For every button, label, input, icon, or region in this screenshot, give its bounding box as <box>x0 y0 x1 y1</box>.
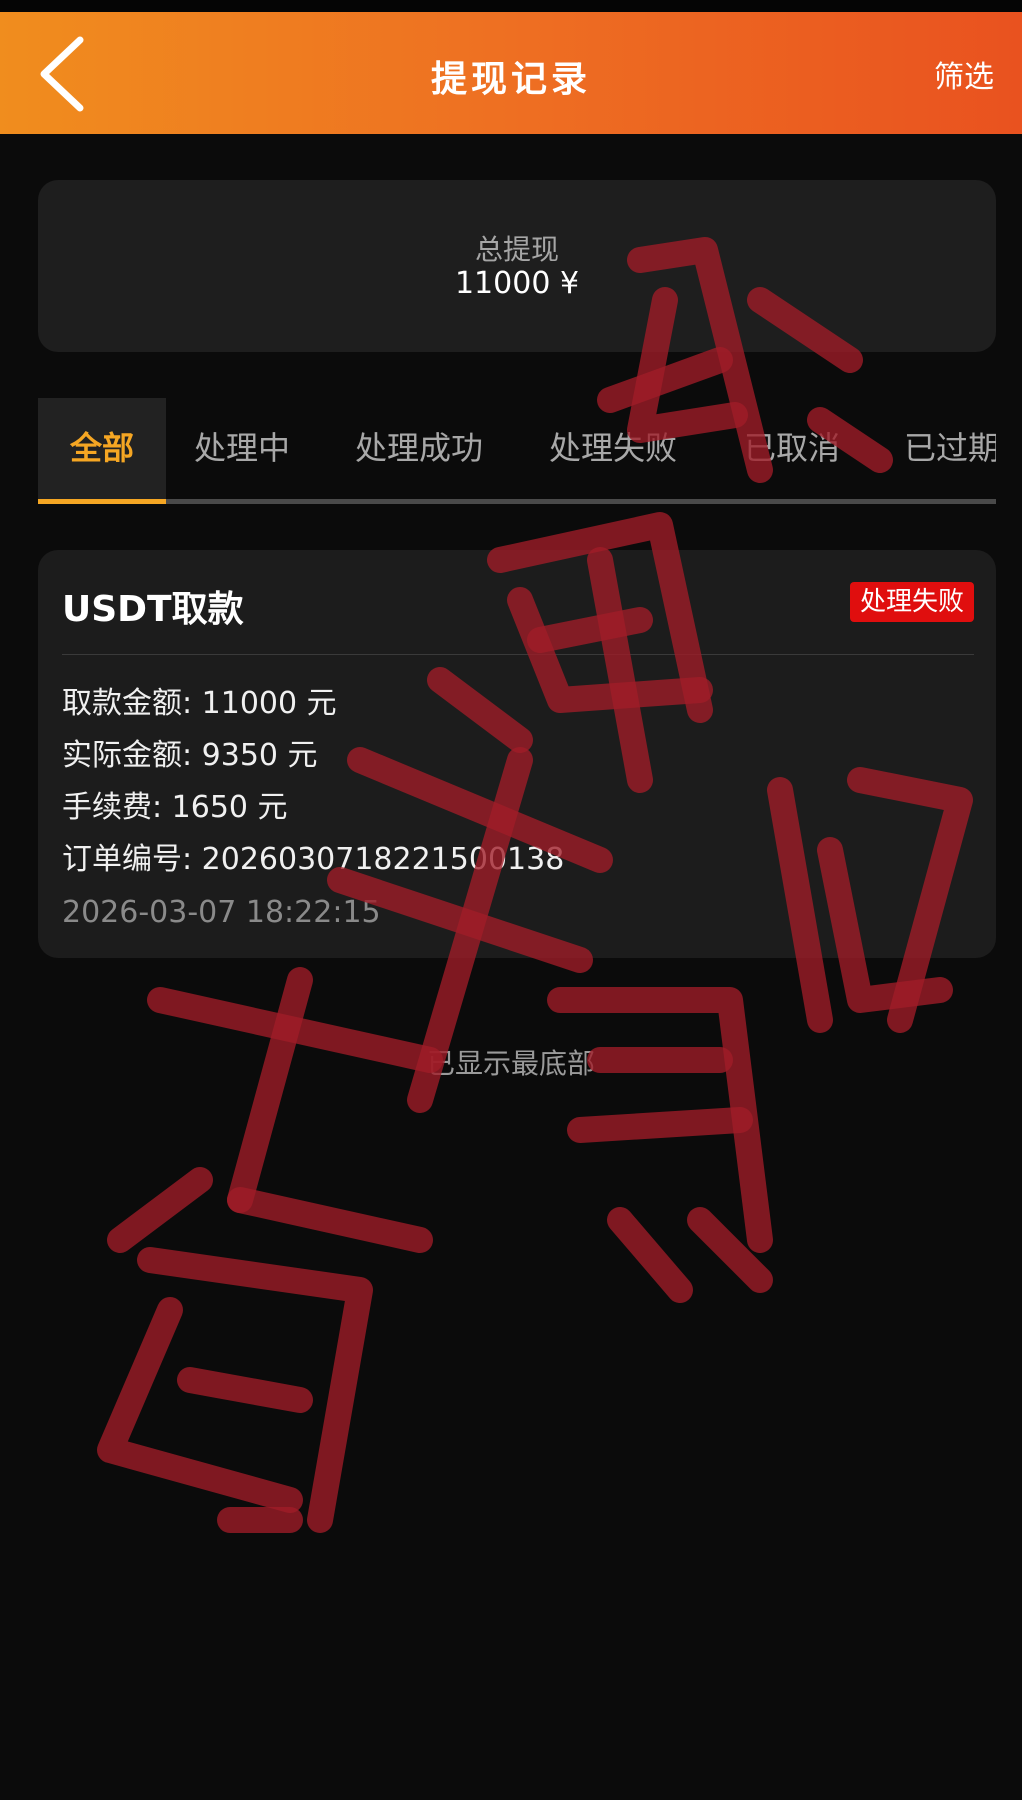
order-number: 订单编号: 20260307182215001‍38 <box>62 842 565 877</box>
tab-expired[interactable]: 已过期 <box>904 398 996 504</box>
tabs-track <box>38 499 996 504</box>
withdrawal-record-card[interactable]: USDT取款 处理失败 取款金额: 11000 元 实际金额: 9350 元 手… <box>38 550 996 958</box>
status-bar <box>0 0 1022 12</box>
record-timestamp: 2026-03-07 18:22:15 <box>62 895 381 930</box>
record-divider <box>62 654 974 655</box>
actual-amount: 实际金额: 9350 元 <box>62 738 318 773</box>
tab-failed[interactable]: 处理失败 <box>549 398 677 504</box>
end-of-list-text: 已显示最底部 <box>426 1047 595 1080</box>
total-withdrawal-value: 11000 ¥ <box>454 266 580 301</box>
active-tab-indicator <box>38 499 166 504</box>
tab-cancelled[interactable]: 已取消 <box>744 398 840 504</box>
withdraw-amount: 取款金额: 11000 元 <box>62 686 337 721</box>
filter-button[interactable]: 筛选 <box>934 52 994 96</box>
tab-processing[interactable]: 处理中 <box>194 398 290 504</box>
tab-success[interactable]: 处理成功 <box>355 398 483 504</box>
record-title: USDT取款 <box>62 589 244 630</box>
tab-all[interactable]: 全部 <box>38 398 166 504</box>
status-tabs: 全部 处理中 处理成功 处理失败 已取消 已过期 <box>38 398 996 504</box>
header-bar: 提现记录 筛选 <box>0 12 1022 134</box>
withdrawal-records-screen: 提现记录 筛选 总提现 11000 ¥ 全部 处理中 处理成功 处理失败 已取消… <box>0 0 1022 1800</box>
service-fee: 手续费: 1650 元 <box>62 790 288 825</box>
page-title: 提现记录 <box>430 59 591 100</box>
total-withdrawal-label: 总提现 <box>474 233 559 266</box>
status-badge: 处理失败 <box>849 582 974 622</box>
total-withdrawal-card: 总提现 11000 ¥ <box>38 180 996 352</box>
